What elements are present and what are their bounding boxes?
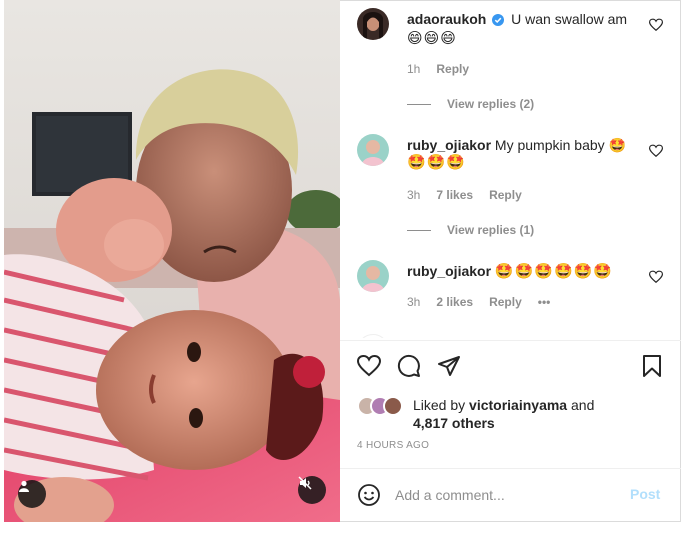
- view-replies-label: View replies (2): [447, 97, 535, 111]
- bookmark-icon[interactable]: [640, 354, 666, 380]
- post-video[interactable]: [4, 0, 340, 522]
- comment-username[interactable]: ruby_ojiakor: [407, 137, 491, 153]
- comments-list[interactable]: adaoraukoh U wan swallow am 😄😄😄 1h Reply…: [340, 0, 681, 338]
- replies-divider-line: [407, 229, 431, 231]
- comment-text: My pumpkin baby 🤩: [494, 137, 626, 153]
- comment-text: 🤩🤩🤩🤩🤩🤩: [494, 263, 613, 280]
- comment-like-heart-icon[interactable]: [648, 18, 664, 32]
- others-likes-link[interactable]: 4,817 others: [413, 414, 495, 432]
- view-replies-button[interactable]: View replies (2): [407, 97, 534, 111]
- comment-time[interactable]: 3h: [407, 188, 420, 202]
- view-replies-button[interactable]: View replies (1): [407, 223, 534, 237]
- liked-by-and: and: [571, 397, 595, 413]
- comment-like-heart-icon[interactable]: [648, 144, 664, 158]
- comment-input[interactable]: [395, 484, 615, 506]
- add-comment-bar: Post: [340, 470, 681, 522]
- comment-likes-count[interactable]: 7 likes: [436, 188, 473, 202]
- comment-meta: 1h Reply: [407, 62, 469, 76]
- comment-time[interactable]: 3h: [407, 295, 420, 309]
- comment-emoji-line: 😄😄😄: [407, 30, 457, 47]
- tagged-users-button[interactable]: [18, 480, 46, 508]
- avatar[interactable]: [357, 134, 389, 166]
- liker-avatars[interactable]: [357, 396, 409, 418]
- comment-time[interactable]: 1h: [407, 62, 420, 76]
- comment-bubble-icon[interactable]: [397, 354, 423, 380]
- avatar[interactable]: [357, 260, 389, 292]
- likes-summary: Liked by victoriainyama and 4,817 others: [357, 395, 667, 431]
- comment-body: ruby_ojiakor My pumpkin baby 🤩 🤩🤩🤩: [407, 136, 642, 172]
- comment-meta: 3h 2 likes Reply •••: [407, 295, 550, 309]
- view-replies-label: View replies (1): [447, 223, 535, 237]
- heart-icon[interactable]: [356, 354, 383, 380]
- post-timestamp[interactable]: 4 HOURS AGO: [357, 440, 429, 451]
- paper-plane-icon[interactable]: [437, 354, 463, 380]
- replies-divider-line: [407, 103, 431, 105]
- liked-by-user[interactable]: victoriainyama: [469, 397, 567, 413]
- comment-emoji-line: 🤩🤩🤩: [407, 154, 467, 171]
- divider: [340, 468, 681, 469]
- verified-badge-icon: [492, 12, 505, 30]
- more-options-icon[interactable]: •••: [538, 295, 551, 309]
- liked-by-text: Liked by victoriainyama and: [413, 396, 594, 414]
- comment-username[interactable]: adaoraukoh: [407, 11, 486, 27]
- action-bar: [356, 354, 666, 380]
- reply-button[interactable]: Reply: [489, 188, 522, 202]
- avatar[interactable]: [357, 334, 389, 338]
- comment-username[interactable]: ruby_ojiakor: [407, 263, 491, 279]
- comment-text: U wan swallow am: [511, 11, 628, 27]
- comment-like-heart-icon[interactable]: [648, 270, 664, 284]
- post-button[interactable]: Post: [630, 486, 660, 502]
- comment-body: adaoraukoh U wan swallow am 😄😄😄: [407, 10, 642, 48]
- divider: [340, 340, 681, 341]
- comment-body: ruby_ojiakor 🤩🤩🤩🤩🤩🤩: [407, 262, 642, 281]
- avatar: [383, 396, 403, 416]
- avatar[interactable]: [357, 8, 389, 40]
- reply-button[interactable]: Reply: [489, 295, 522, 309]
- comment-likes-count[interactable]: 2 likes: [436, 295, 473, 309]
- comment-meta: 3h 7 likes Reply: [407, 188, 522, 202]
- smiley-icon[interactable]: [357, 483, 381, 507]
- liked-by-label: Liked by: [413, 397, 466, 413]
- mute-button[interactable]: [298, 476, 326, 504]
- reply-button[interactable]: Reply: [436, 62, 469, 76]
- video-frame-image: [4, 0, 340, 522]
- post-side-panel: adaoraukoh U wan swallow am 😄😄😄 1h Reply…: [340, 0, 681, 522]
